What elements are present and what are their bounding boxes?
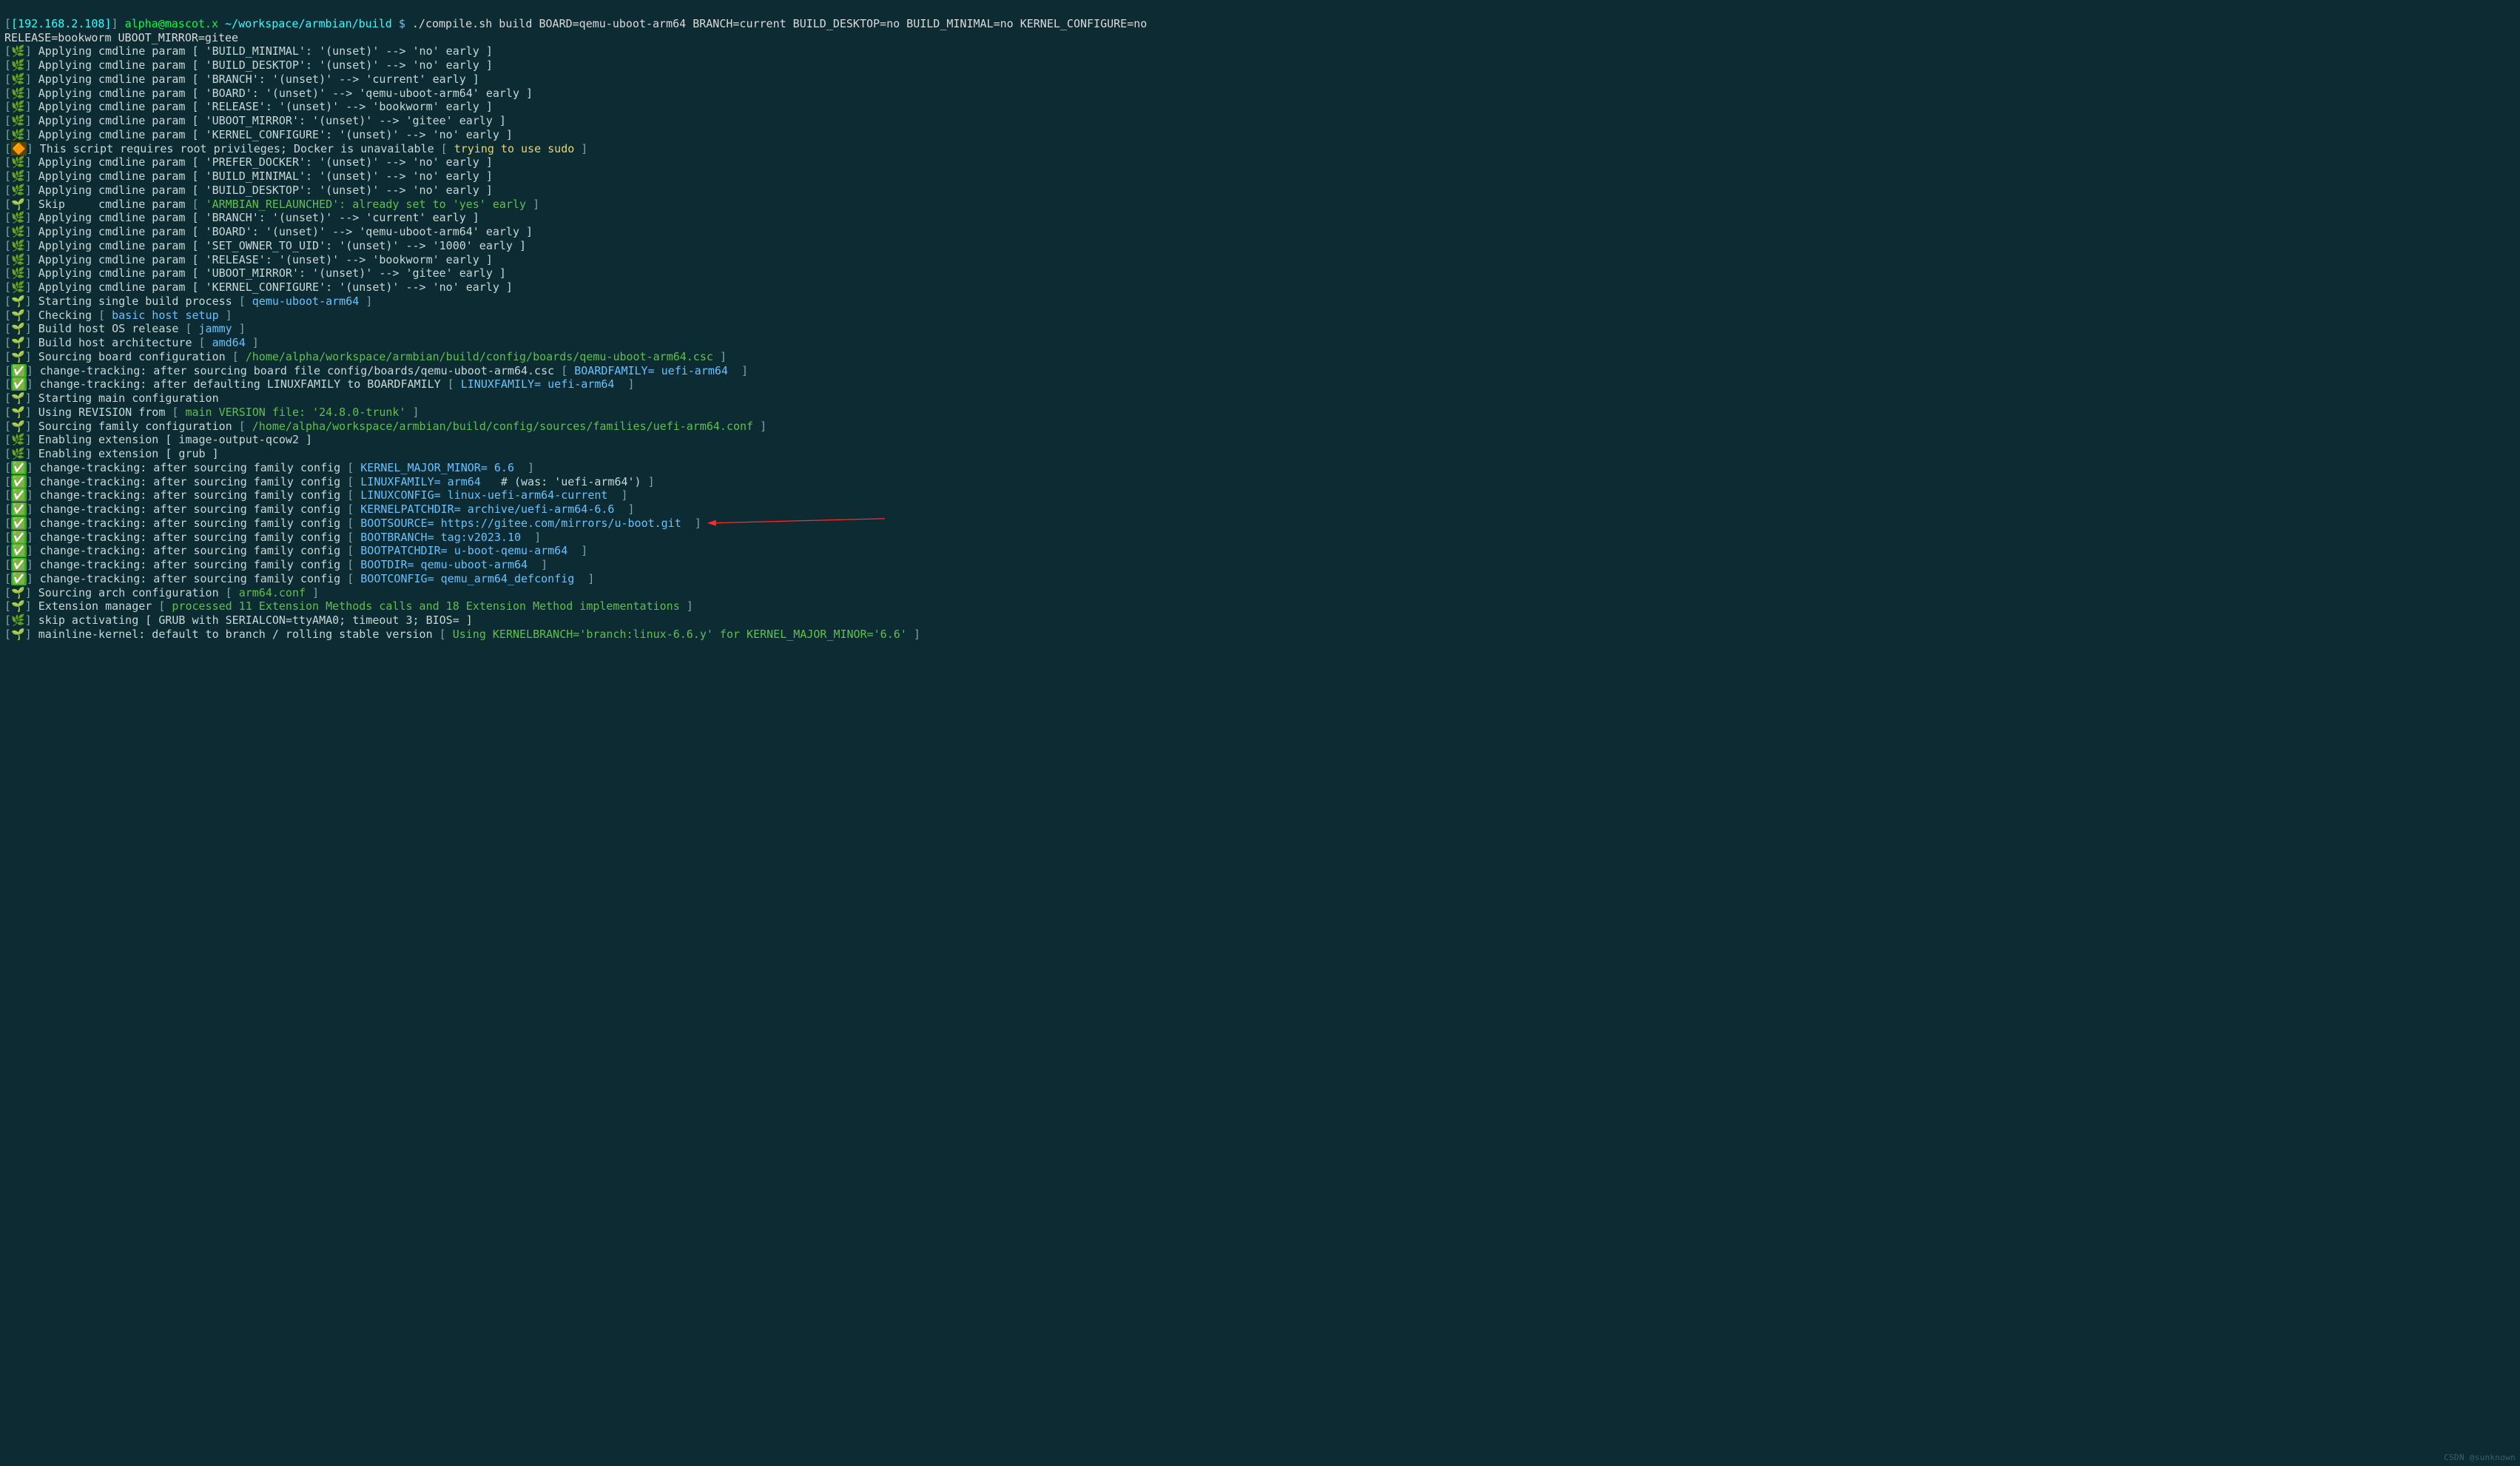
leaf-icon: 🌿 (11, 87, 25, 100)
log-line: Applying cmdline param [ 'BRANCH': '(uns… (38, 211, 479, 224)
log-line: Skip cmdline param [ 'ARMBIAN_RELAUNCHED… (38, 198, 539, 211)
leaf-icon: 🌿 (11, 169, 25, 183)
log-line: Applying cmdline param [ 'UBOOT_MIRROR':… (38, 114, 506, 127)
sprout-icon: 🌱 (11, 309, 25, 322)
prompt-user: alpha@mascot.x (125, 17, 218, 30)
log-line: Starting main configuration (38, 391, 219, 405)
watermark: CSDN @sunknown (2444, 1453, 2516, 1463)
log-line: change-tracking: after sourcing family c… (40, 517, 701, 530)
log-line: change-tracking: after sourcing family c… (40, 488, 628, 502)
check-icon: ✅ (11, 364, 27, 377)
check-icon: ✅ (11, 517, 27, 530)
log-line: Applying cmdline param [ 'BUILD_MINIMAL'… (38, 44, 493, 58)
log-line: Sourcing arch configuration [ arm64.conf… (38, 586, 319, 599)
log-line: change-tracking: after sourcing family c… (40, 544, 588, 557)
sprout-icon: 🌱 (11, 336, 25, 349)
log-line: Sourcing family configuration [ /home/al… (38, 420, 767, 433)
log-line: Applying cmdline param [ 'BRANCH': '(uns… (38, 73, 479, 86)
leaf-icon: 🌿 (11, 239, 25, 252)
log-line: Build host OS release [ jammy ] (38, 322, 246, 335)
log-line: Sourcing board configuration [ /home/alp… (38, 350, 727, 363)
check-icon: ✅ (11, 531, 27, 544)
prompt-ip: [192.168.2.108] (11, 17, 111, 30)
leaf-icon: 🌿 (11, 73, 25, 86)
log-line: skip activating [ GRUB with SERIALCON=tt… (38, 613, 473, 627)
log-line: mainline-kernel: default to branch / rol… (38, 628, 920, 641)
sprout-icon: 🌱 (11, 628, 25, 641)
leaf-icon: 🌿 (11, 211, 25, 224)
log-line: Applying cmdline param [ 'RELEASE': '(un… (38, 100, 493, 113)
check-icon: ✅ (11, 488, 27, 502)
leaf-icon: 🌿 (11, 613, 25, 627)
terminal-output: [[192.168.2.108]] alpha@mascot.x ~/works… (0, 0, 2520, 645)
leaf-icon: 🌿 (11, 114, 25, 127)
prompt-dollar: $ (399, 17, 405, 30)
leaf-icon: 🌿 (11, 447, 25, 460)
log-line: Applying cmdline param [ 'RELEASE': '(un… (38, 253, 493, 266)
log-line: Applying cmdline param [ 'BUILD_DESKTOP'… (38, 58, 493, 72)
check-icon: ✅ (11, 572, 27, 585)
log-line: Applying cmdline param [ 'BOARD': '(unse… (38, 87, 533, 100)
check-icon: ✅ (11, 475, 27, 488)
log-line: Applying cmdline param [ 'UBOOT_MIRROR':… (38, 266, 506, 280)
command-line: ./compile.sh build BOARD=qemu-uboot-arm6… (412, 17, 1147, 30)
leaf-icon: 🌿 (11, 100, 25, 113)
log-line: change-tracking: after sourcing family c… (40, 475, 655, 488)
log-line: change-tracking: after sourcing family c… (40, 558, 548, 571)
leaf-icon: 🌿 (11, 225, 25, 238)
sprout-icon: 🌱 (11, 420, 25, 433)
leaf-icon: 🌿 (11, 433, 25, 446)
leaf-icon: 🌿 (11, 44, 25, 58)
sprout-icon: 🌱 (11, 391, 25, 405)
check-icon: ✅ (11, 544, 27, 557)
sprout-icon: 🌱 (11, 406, 25, 419)
sprout-icon: 🌱 (11, 322, 25, 335)
log-line: Enabling extension [ grub ] (38, 447, 219, 460)
log-line: Applying cmdline param [ 'KERNEL_CONFIGU… (38, 280, 513, 294)
log-line: Checking [ basic host setup ] (38, 309, 232, 322)
log-line: change-tracking: after defaulting LINUXF… (40, 377, 635, 391)
log-line: change-tracking: after sourcing board fi… (40, 364, 748, 377)
log-line: change-tracking: after sourcing family c… (40, 531, 541, 544)
log-line: change-tracking: after sourcing family c… (40, 461, 534, 474)
log-line: Starting single build process [ qemu-ubo… (38, 295, 373, 308)
command-line-cont: RELEASE=bookworm UBOOT_MIRROR=gitee (4, 31, 238, 44)
warn-icon: 🔶 (11, 142, 27, 155)
check-icon: ✅ (11, 377, 27, 391)
check-icon: ✅ (11, 502, 27, 516)
log-line: change-tracking: after sourcing family c… (40, 502, 635, 516)
log-line: Applying cmdline param [ 'BUILD_MINIMAL'… (38, 169, 493, 183)
leaf-icon: 🌿 (11, 266, 25, 280)
log-line: Applying cmdline param [ 'BOARD': '(unse… (38, 225, 533, 238)
log-line: This script requires root privileges; Do… (40, 142, 588, 155)
sprout-icon: 🌱 (11, 599, 25, 613)
log-line: Applying cmdline param [ 'BUILD_DESKTOP'… (38, 184, 493, 197)
leaf-icon: 🌿 (11, 253, 25, 266)
leaf-icon: 🌿 (11, 128, 25, 141)
log-line: Applying cmdline param [ 'PREFER_DOCKER'… (38, 155, 493, 169)
leaf-icon: 🌿 (11, 280, 25, 294)
leaf-icon: 🌿 (11, 58, 25, 72)
sprout-icon: 🌱 (11, 295, 25, 308)
leaf-icon: 🌿 (11, 184, 25, 197)
log-line: Applying cmdline param [ 'KERNEL_CONFIGU… (38, 128, 513, 141)
sprout-icon: 🌱 (11, 198, 25, 211)
leaf-icon: 🌿 (11, 155, 25, 169)
sprout-icon: 🌱 (11, 350, 25, 363)
log-line: Enabling extension [ image-output-qcow2 … (38, 433, 312, 446)
log-line: Using REVISION from [ main VERSION file:… (38, 406, 420, 419)
check-icon: ✅ (11, 558, 27, 571)
log-line: change-tracking: after sourcing family c… (40, 572, 595, 585)
log-line: Extension manager [ processed 11 Extensi… (38, 599, 693, 613)
log-line: Build host architecture [ amd64 ] (38, 336, 259, 349)
prompt-path: ~/workspace/armbian/build (225, 17, 392, 30)
log-line: Applying cmdline param [ 'SET_OWNER_TO_U… (38, 239, 526, 252)
check-icon: ✅ (11, 461, 27, 474)
sprout-icon: 🌱 (11, 586, 25, 599)
